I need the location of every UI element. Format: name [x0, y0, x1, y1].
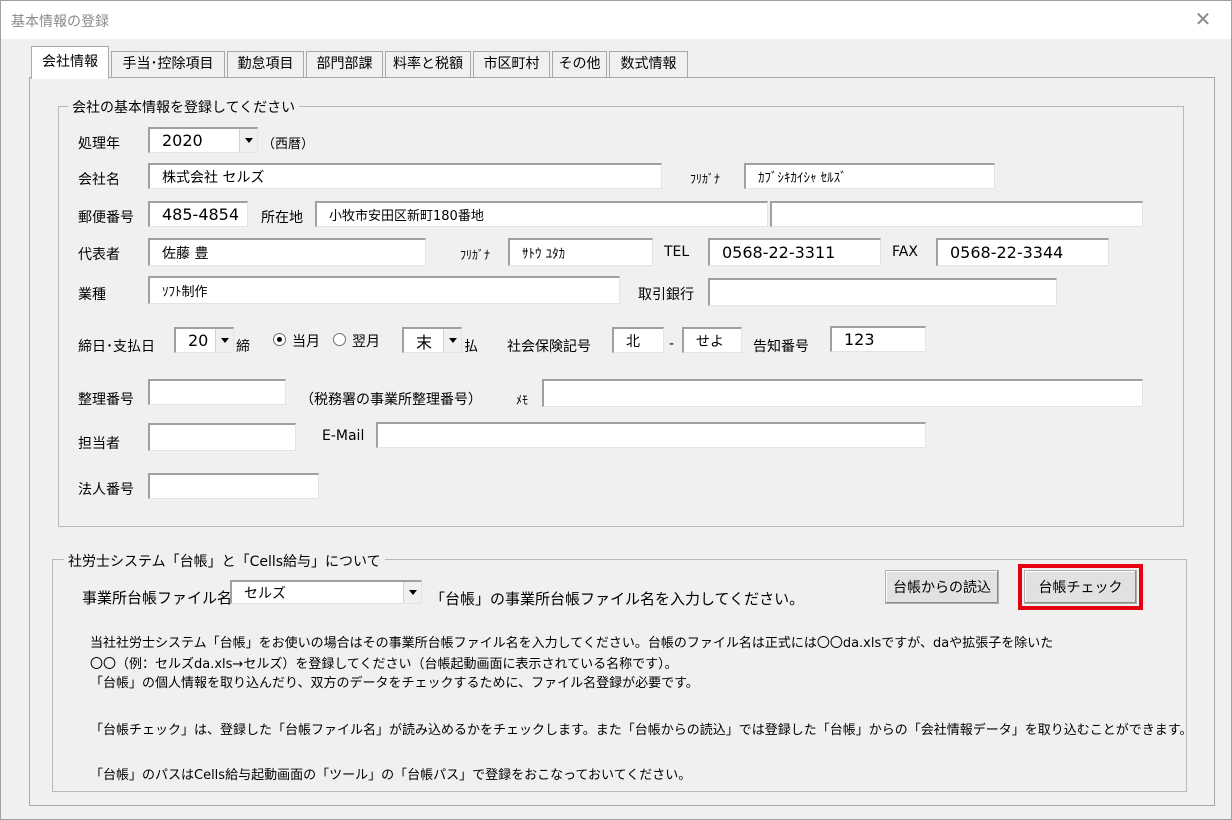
radio-current-month[interactable]: [273, 333, 286, 346]
ledger-file-hint: 「台帳」の事業所台帳ファイル名を入力してください。: [430, 590, 805, 608]
radio-current-label: 当月: [292, 334, 320, 350]
chevron-down-icon[interactable]: [215, 329, 233, 352]
tab-municipalities[interactable]: 市区町村: [473, 51, 550, 78]
chevron-down-icon[interactable]: [403, 582, 421, 603]
memo-field[interactable]: [542, 379, 1143, 407]
year-dropdown[interactable]: 2020: [148, 127, 258, 153]
rep-furigana-value: ｻﾄｳ ﾕﾀｶ: [522, 247, 566, 262]
tab-panel: 会社の基本情報を登録してください 処理年 2020 （西暦） 会社名 株式会社 …: [29, 77, 1215, 806]
industry-label: 業種: [78, 287, 106, 303]
tab-company-info[interactable]: 会社情報: [31, 46, 109, 79]
rep-furigana-field[interactable]: ｻﾄｳ ﾕﾀｶ: [508, 238, 653, 266]
ledger-file-dropdown[interactable]: セルズ: [230, 580, 422, 604]
tab-allowance[interactable]: 手当･控除項目: [111, 51, 225, 78]
year-label: 処理年: [78, 136, 120, 152]
bank-label: 取引銀行: [638, 287, 694, 303]
address2-field[interactable]: [770, 201, 1143, 227]
email-field[interactable]: [376, 422, 926, 448]
tel-label: TEL: [664, 244, 690, 260]
address-field[interactable]: 小牧市安田区新町180番地: [315, 201, 768, 227]
company-name-label: 会社名: [78, 172, 120, 188]
closing-suffix: 締: [236, 339, 250, 355]
pay-suffix: 払: [464, 339, 478, 355]
tab-rates-tax[interactable]: 料率と税額: [385, 51, 471, 78]
furigana-label: ﾌﾘｶﾞﾅ: [690, 172, 721, 186]
ledger-file-label: 事業所台帳ファイル名: [82, 589, 233, 607]
window-title: 基本情報の登録: [11, 14, 109, 30]
corp-label: 法人番号: [78, 482, 134, 498]
furigana-value: ｶﾌﾞｼｷｶｲｼｬ ｾﾙｽﾞ: [758, 171, 847, 186]
company-name-field[interactable]: 株式会社 セルズ: [148, 163, 662, 189]
fax-value: 0568-22-3344: [950, 243, 1064, 262]
radio-next-label: 翌月: [352, 334, 380, 350]
rep-field[interactable]: 佐藤 豊: [148, 238, 426, 266]
industry-field[interactable]: ｿﾌﾄ制作: [148, 276, 620, 304]
insurance-a-value: 北: [626, 333, 640, 350]
memo-label: ﾒﾓ: [516, 393, 529, 407]
ledger-note-4: 「台帳チェック」は、登録した「台帳ファイル名」が読み込めるかをチェックします。ま…: [90, 723, 1193, 738]
address-label: 所在地: [261, 210, 303, 226]
ledger-group-legend: 社労士システム「台帳」と「Cells給与」について: [64, 551, 385, 571]
insurance-b-value: せよ: [696, 333, 724, 350]
person-field[interactable]: [148, 423, 296, 451]
radio-next-month[interactable]: [333, 333, 346, 346]
chevron-down-icon[interactable]: [239, 129, 257, 152]
email-label: E-Mail: [322, 428, 365, 444]
year-note: （西暦）: [262, 137, 315, 152]
tab-other[interactable]: その他: [552, 51, 607, 78]
insurance-dash: -: [669, 336, 675, 352]
company-name-value: 株式会社 セルズ: [162, 169, 265, 186]
ledger-note-2: 〇〇（例：セルズda.xls→セルズ）を登録してください（台帳起動画面に表示され…: [90, 657, 678, 672]
dialog-window: 基本情報の登録 ✕ 会社情報 手当･控除項目 勤怠項目 部門部課 料率と税額 市…: [0, 0, 1232, 820]
tab-formulas[interactable]: 数式情報: [609, 51, 688, 78]
ledger-check-button[interactable]: 台帳チェック: [1024, 570, 1137, 604]
postal-field[interactable]: 485-4854: [148, 201, 248, 227]
insurance-b-field[interactable]: せよ: [682, 327, 742, 353]
rep-furigana-label: ﾌﾘｶﾞﾅ: [460, 248, 491, 262]
year-value: 2020: [162, 131, 203, 150]
notice-value: 123: [844, 330, 875, 349]
rep-value: 佐藤 豊: [162, 245, 209, 262]
furigana-field[interactable]: ｶﾌﾞｼｷｶｲｼｬ ｾﾙｽﾞ: [744, 163, 995, 189]
ledger-note-3: 「台帳」の個人情報を取り込んだり、双方のデータをチェックするために、ファイル名登…: [90, 676, 699, 691]
tel-field[interactable]: 0568-22-3311: [708, 238, 881, 266]
ref-field[interactable]: [148, 379, 286, 405]
notice-label: 告知番号: [753, 339, 809, 355]
chevron-down-icon[interactable]: [443, 329, 461, 352]
ref-label: 整理番号: [78, 392, 134, 408]
rep-label: 代表者: [78, 247, 120, 263]
person-label: 担当者: [78, 436, 120, 452]
tab-departments[interactable]: 部門部課: [306, 51, 383, 78]
close-icon[interactable]: ✕: [1191, 7, 1215, 31]
company-group-legend: 会社の基本情報を登録してください: [68, 97, 300, 117]
tab-attendance[interactable]: 勤怠項目: [227, 51, 304, 78]
tel-value: 0568-22-3311: [722, 243, 836, 262]
corp-field[interactable]: [148, 473, 319, 499]
industry-value: ｿﾌﾄ制作: [162, 285, 208, 300]
ledger-file-value: セルズ: [244, 585, 286, 602]
pay-value: 末: [416, 332, 433, 352]
ledger-note-5: 「台帳」のパスはCells給与起動画面の「ツール」の「台帳パス」で登録をおこなっ…: [90, 768, 692, 783]
insurance-a-field[interactable]: 北: [612, 327, 664, 353]
fax-label: FAX: [892, 244, 918, 260]
insurance-label: 社会保険記号: [507, 339, 591, 355]
ledger-note-1: 当社社労士システム「台帳」をお使いの場合はその事業所台帳ファイル名を入力してくだ…: [90, 636, 1054, 651]
ref-note: （税務署の事業所整理番号）: [300, 392, 482, 408]
notice-field[interactable]: 123: [830, 326, 926, 352]
title-bar: 基本情報の登録 ✕: [1, 1, 1231, 39]
closing-dropdown[interactable]: 20: [174, 327, 234, 353]
address-value: 小牧市安田区新町180番地: [329, 209, 484, 224]
closing-value: 20: [188, 331, 209, 350]
pay-dropdown[interactable]: 末: [402, 327, 462, 353]
postal-label: 郵便番号: [78, 210, 134, 226]
closing-label: 締日･支払日: [78, 339, 155, 355]
read-from-ledger-button[interactable]: 台帳からの読込: [885, 570, 999, 604]
bank-field[interactable]: [708, 278, 1057, 306]
postal-value: 485-4854: [162, 205, 240, 224]
fax-field[interactable]: 0568-22-3344: [936, 238, 1109, 266]
